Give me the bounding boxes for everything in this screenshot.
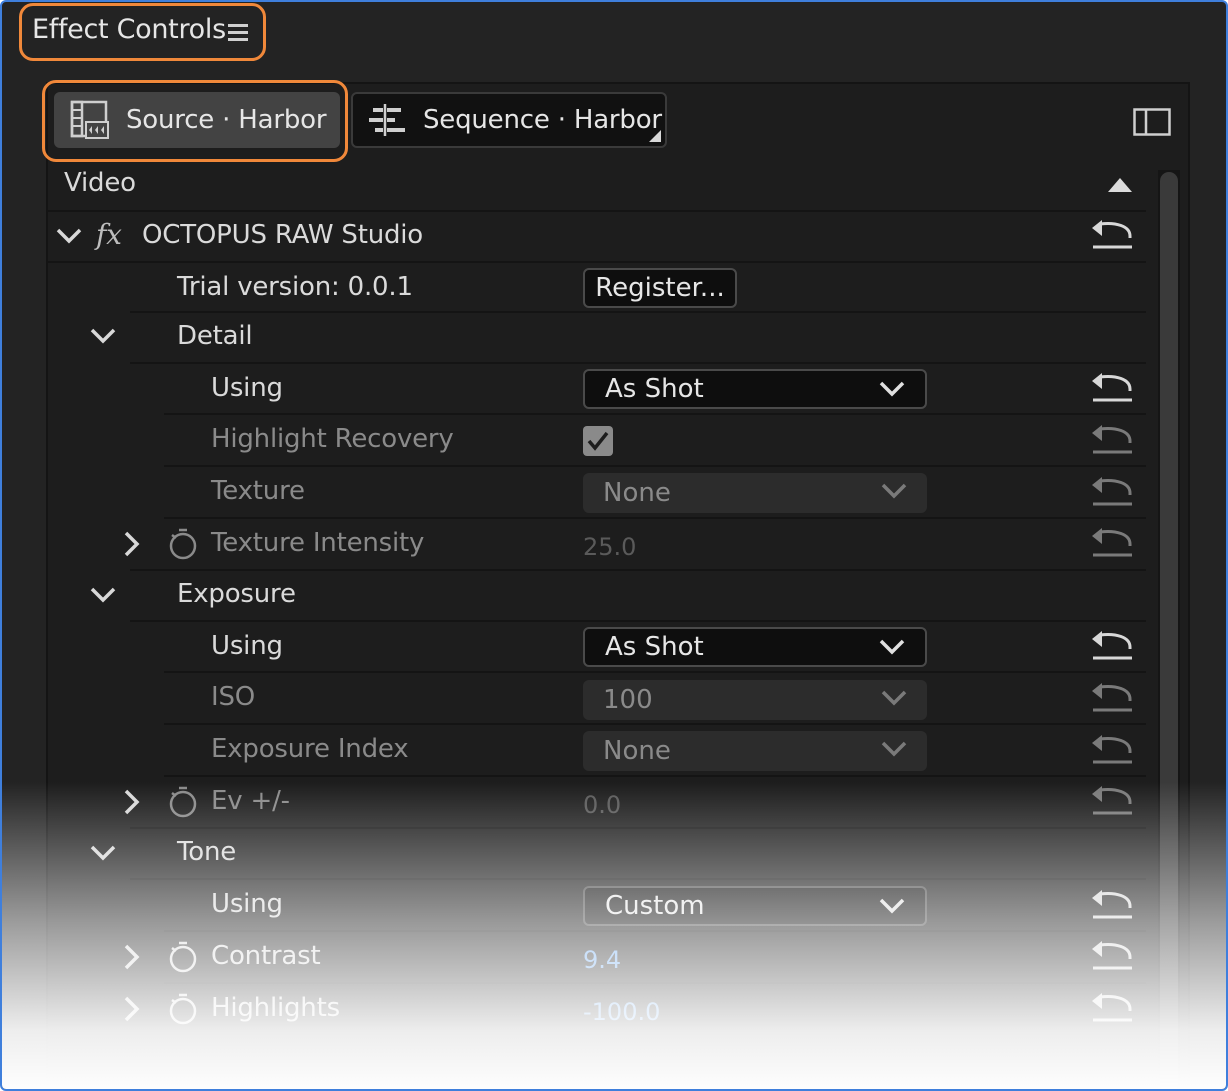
detail-using-dropdown[interactable]: As Shot <box>583 369 927 409</box>
collapse-exposure-chevron-icon[interactable] <box>90 587 116 603</box>
row-divider <box>164 775 1146 777</box>
exposure-using-dropdown[interactable]: As Shot <box>583 627 927 667</box>
collapse-tone-chevron-icon[interactable] <box>90 845 116 861</box>
ev-label: Ev +/- <box>211 786 290 816</box>
tab-sequence-label: Sequence · Harbor <box>423 105 662 135</box>
row-divider <box>130 620 1146 622</box>
reset-icon[interactable] <box>1090 477 1134 507</box>
row-divider <box>164 465 1146 467</box>
texture-intensity-label: Texture Intensity <box>211 528 425 558</box>
group-exposure-label: Exposure <box>177 579 296 609</box>
row-divider <box>164 723 1146 725</box>
tone-using-value: Custom <box>605 891 705 921</box>
section-video-label: Video <box>64 168 136 198</box>
reset-icon[interactable] <box>1090 890 1134 920</box>
chevron-down-icon <box>879 898 905 914</box>
row-divider <box>130 878 1146 880</box>
exposure-index-label: Exposure Index <box>211 734 409 764</box>
group-detail-label: Detail <box>177 321 253 351</box>
scroll-up-arrow-icon[interactable] <box>1108 178 1132 192</box>
highlight-recovery-label: Highlight Recovery <box>211 424 454 454</box>
trial-version-label: Trial version: 0.0.1 <box>177 272 413 302</box>
tab-source-label: Source · Harbor <box>126 105 327 135</box>
group-tone-label: Tone <box>177 837 237 867</box>
sequence-icon <box>369 104 405 136</box>
chevron-down-icon <box>879 639 905 655</box>
exposure-index-value: None <box>603 736 671 766</box>
tone-using-dropdown[interactable]: Custom <box>583 886 927 926</box>
chevron-down-icon <box>879 381 905 397</box>
collapse-detail-chevron-icon[interactable] <box>90 328 116 344</box>
row-divider <box>164 671 1146 673</box>
expand-texture-intensity-chevron-icon[interactable] <box>124 531 140 557</box>
stopwatch-icon[interactable] <box>168 786 198 818</box>
exposure-using-label: Using <box>211 631 283 661</box>
register-button[interactable]: Register... <box>583 268 737 308</box>
tab-source-harbor[interactable]: Source · Harbor <box>54 92 340 148</box>
texture-label: Texture <box>211 476 305 506</box>
chevron-down-icon <box>881 741 907 757</box>
collapse-effect-chevron-icon[interactable] <box>56 228 82 244</box>
row-divider <box>46 210 1146 212</box>
reset-icon[interactable] <box>1090 220 1134 250</box>
iso-label: ISO <box>211 682 256 712</box>
expand-contrast-chevron-icon[interactable] <box>124 944 140 970</box>
tone-using-label: Using <box>211 889 283 919</box>
row-divider <box>164 930 1146 932</box>
texture-dropdown[interactable]: None <box>583 473 927 513</box>
fx-badge: fx <box>96 218 122 251</box>
panel-toggle-icon[interactable] <box>1133 108 1171 136</box>
expand-highlights-chevron-icon[interactable] <box>124 996 140 1022</box>
row-divider <box>164 982 1146 984</box>
texture-value: None <box>603 478 671 508</box>
reset-icon[interactable] <box>1090 425 1134 455</box>
highlights-value[interactable]: -100.0 <box>583 998 660 1026</box>
scrollbar-thumb[interactable] <box>1160 172 1178 1089</box>
reset-icon[interactable] <box>1090 786 1134 816</box>
stopwatch-icon[interactable] <box>168 941 198 973</box>
texture-intensity-value[interactable]: 25.0 <box>583 533 636 561</box>
exposure-index-dropdown[interactable]: None <box>583 731 927 771</box>
row-divider <box>130 311 1146 313</box>
row-divider <box>164 413 1146 415</box>
reset-icon[interactable] <box>1090 631 1134 661</box>
chevron-down-icon <box>881 483 907 499</box>
chevron-down-icon <box>881 690 907 706</box>
reset-icon[interactable] <box>1090 941 1134 971</box>
contrast-label: Contrast <box>211 941 321 971</box>
tab-sequence-harbor[interactable]: Sequence · Harbor <box>351 92 667 148</box>
hamburger-menu-icon[interactable] <box>228 22 250 42</box>
effect-controls-window: Effect Controls Source · Harbor Sequence <box>0 0 1228 1091</box>
contrast-value[interactable]: 9.4 <box>583 946 621 974</box>
reset-icon[interactable] <box>1090 683 1134 713</box>
dropdown-corner-icon <box>649 130 661 142</box>
row-divider <box>46 261 1146 263</box>
reset-icon[interactable] <box>1090 735 1134 765</box>
expand-ev-chevron-icon[interactable] <box>124 789 140 815</box>
row-divider <box>164 517 1146 519</box>
ev-value[interactable]: 0.0 <box>583 791 621 819</box>
effect-name: OCTOPUS RAW Studio <box>142 220 424 250</box>
reset-icon[interactable] <box>1090 993 1134 1023</box>
reset-icon[interactable] <box>1090 528 1134 558</box>
detail-using-value: As Shot <box>605 374 704 404</box>
highlight-recovery-checkbox[interactable] <box>583 426 613 456</box>
iso-dropdown[interactable]: 100 <box>583 680 927 720</box>
reset-icon[interactable] <box>1090 373 1134 403</box>
row-divider <box>130 362 1146 364</box>
exposure-using-value: As Shot <box>605 632 704 662</box>
checkmark-icon <box>587 431 609 451</box>
row-divider <box>130 569 1146 571</box>
detail-using-label: Using <box>211 373 283 403</box>
stopwatch-icon[interactable] <box>168 993 198 1025</box>
stopwatch-icon[interactable] <box>168 528 198 560</box>
iso-value: 100 <box>603 685 653 715</box>
panel-title[interactable]: Effect Controls <box>32 14 226 45</box>
highlights-label: Highlights <box>211 993 340 1023</box>
source-clip-icon <box>70 100 109 139</box>
row-divider <box>130 827 1146 829</box>
